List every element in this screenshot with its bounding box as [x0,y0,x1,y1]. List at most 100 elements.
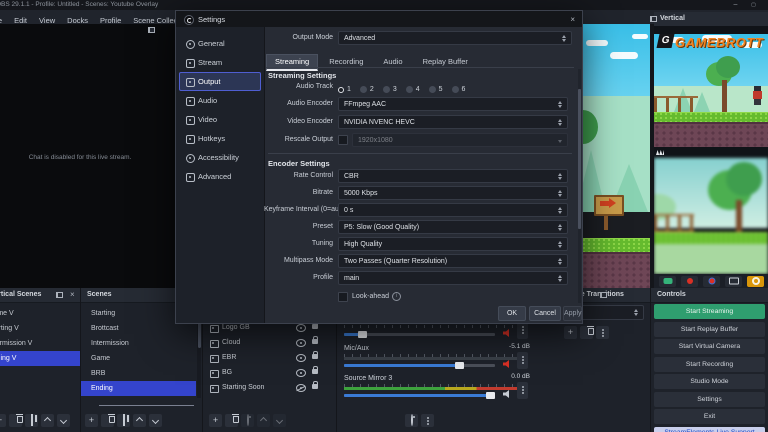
popout-icon[interactable] [600,292,607,298]
source-row-starting-soon[interactable]: Starting Soon [203,380,336,395]
scene-filters-button[interactable] [25,414,38,427]
studio-mode-button[interactable]: Studio Mode [654,374,765,389]
source-row-bg[interactable]: BG [203,365,336,380]
source-properties-button[interactable] [241,414,254,427]
popout-icon[interactable] [56,292,63,298]
visibility-eye-off-icon[interactable] [296,384,306,392]
sidebar-item-general[interactable]: General [179,34,261,53]
vertical-toolbar-virtual-camera-button[interactable] [703,276,720,287]
scene-item-intermission-v[interactable]: Intermission V [0,336,80,351]
vertical-toolbar-stream-button[interactable] [659,276,676,287]
popout-icon[interactable] [650,16,657,22]
start-replay-buffer-button[interactable]: Start Replay Buffer [654,322,765,337]
move-source-down-button[interactable] [273,414,286,427]
slider-handle[interactable] [455,362,464,369]
ok-button[interactable]: OK [498,306,526,321]
lock-icon[interactable] [312,369,318,374]
move-scene-up-button[interactable] [133,414,146,427]
audio-encoder-select[interactable]: FFmpeg AAC [338,97,568,111]
source-row-ebr[interactable]: EBR [203,350,336,365]
output-mode-select[interactable]: Advanced [338,31,572,45]
vertical-toolbar-display-button[interactable] [725,276,742,287]
vertical-toolbar-gear-button[interactable] [747,276,764,287]
remove-scene-button[interactable] [9,414,22,427]
rescale-output-checkbox[interactable] [338,135,348,145]
lock-icon[interactable] [312,339,318,344]
menu-item-profile[interactable]: Profile [94,14,127,24]
scrollbar-thumb[interactable] [578,89,581,229]
sidebar-item-hotkeys[interactable]: Hotkeys [179,129,261,148]
minimize-button[interactable]: – [732,2,739,8]
move-source-up-button[interactable] [257,414,270,427]
fader-menu-button[interactable] [517,322,528,339]
move-scene-down-button[interactable] [149,414,162,427]
volume-slider[interactable] [344,333,495,336]
scene-item-ending-v[interactable]: Ending V [0,351,80,366]
dialog-scrollbar[interactable] [578,69,581,303]
start-virtual-camera-button[interactable]: Start Virtual Camera [654,339,765,354]
audio-track-radio-3[interactable] [383,86,390,93]
mute-icon[interactable] [503,360,511,368]
encoder-rate-control-select[interactable]: CBR [338,169,568,183]
lock-icon[interactable] [312,324,318,329]
close-icon[interactable]: × [70,291,75,299]
exit-button[interactable]: Exit [654,409,765,424]
add-scene-button[interactable]: + [0,414,6,427]
fader-menu-button[interactable] [517,352,528,369]
close-icon[interactable]: × [570,15,575,24]
visibility-eye-icon[interactable] [296,324,306,332]
encoder-multipass-mode-select[interactable]: Two Passes (Quarter Resolution) [338,254,568,268]
popout-icon[interactable] [148,27,155,33]
move-scene-down-button[interactable] [57,414,70,427]
speaker-icon[interactable] [503,390,511,398]
streamelements-live-support-button[interactable]: StreamElements Live Support [654,427,765,432]
scene-item-game[interactable]: Game [81,351,196,366]
slider-handle[interactable] [486,392,495,399]
visibility-eye-icon[interactable] [296,354,306,362]
encoder-profile-select[interactable]: main [338,271,568,285]
remove-transition-button[interactable] [580,326,593,339]
fader-menu-button[interactable] [517,382,528,399]
sidebar-item-stream[interactable]: Stream [179,53,261,72]
vertical-toolbar-record-button[interactable] [681,276,698,287]
volume-slider[interactable] [344,394,495,397]
scene-filters-button[interactable] [117,414,130,427]
mixer-menu-button[interactable] [421,414,434,427]
menu-item-docks[interactable]: Docks [61,14,94,24]
slider-handle[interactable] [358,331,367,338]
horizontal-scrollbar[interactable] [99,405,194,406]
audio-track-radio-4[interactable] [406,86,413,93]
source-row-cloud[interactable]: Cloud [203,335,336,350]
sidebar-item-video[interactable]: Video [179,110,261,129]
sidebar-item-audio[interactable]: Audio [179,91,261,110]
scene-item-ending[interactable]: Ending [81,381,196,396]
visibility-eye-icon[interactable] [296,369,306,377]
remove-scene-button[interactable] [101,414,114,427]
encoder-bitrate-spinbox[interactable]: 5000 Kbps [338,186,568,200]
apply-button[interactable]: Apply [563,306,582,321]
audio-track-radio-1[interactable] [338,87,344,93]
start-streaming-button[interactable]: Start Streaming [654,304,765,319]
lock-icon[interactable] [312,354,318,359]
encoder-tuning-select[interactable]: High Quality [338,237,568,251]
scene-item-game-v[interactable]: Game V [0,306,80,321]
remove-source-button[interactable] [225,414,238,427]
volume-slider[interactable] [344,364,495,367]
menu-item-view[interactable]: View [33,14,61,24]
settings-button[interactable]: Settings [654,392,765,407]
scene-item-starting-v[interactable]: Starting V [0,321,80,336]
add-scene-button[interactable]: + [85,414,98,427]
audio-track-radio-5[interactable] [429,86,436,93]
start-recording-button[interactable]: Start Recording [654,357,765,372]
add-source-button[interactable]: + [209,414,222,427]
scene-item-intermission[interactable]: Intermission [81,336,196,351]
video-encoder-select[interactable]: NVIDIA NVENC HEVC [338,115,568,129]
audio-track-radio-2[interactable] [360,86,367,93]
sidebar-item-advanced[interactable]: Advanced [179,167,261,186]
cancel-button[interactable]: Cancel [529,306,561,321]
sidebar-item-accessibility[interactable]: Accessibility [179,148,261,167]
advanced-audio-button[interactable] [405,414,418,427]
sidebar-item-output[interactable]: Output [179,72,261,91]
transition-menu-button[interactable] [596,326,609,339]
visibility-eye-icon[interactable] [296,339,306,347]
